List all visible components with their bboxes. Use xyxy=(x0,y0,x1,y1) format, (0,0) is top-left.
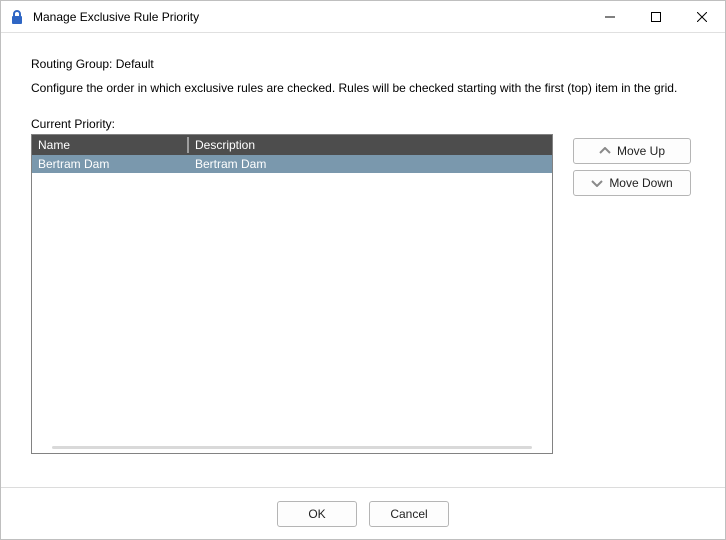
titlebar: Manage Exclusive Rule Priority xyxy=(1,1,725,33)
current-priority-label: Current Priority: xyxy=(31,117,695,131)
move-down-button[interactable]: Move Down xyxy=(573,170,691,196)
column-header-name[interactable]: Name xyxy=(32,135,187,155)
column-header-description[interactable]: Description xyxy=(189,135,552,155)
content-area: Routing Group: Default Configure the ord… xyxy=(1,33,725,487)
chevron-up-icon xyxy=(599,147,611,155)
dialog-window: Manage Exclusive Rule Priority Routing G… xyxy=(0,0,726,540)
reorder-buttons: Move Up Move Down xyxy=(573,134,691,196)
minimize-button[interactable] xyxy=(587,1,633,32)
move-down-label: Move Down xyxy=(609,176,672,190)
move-up-button[interactable]: Move Up xyxy=(573,138,691,164)
dialog-footer: OK Cancel xyxy=(1,487,725,539)
horizontal-scrollbar[interactable] xyxy=(52,446,532,449)
ok-label: OK xyxy=(308,507,325,521)
routing-group-label: Routing Group: Default xyxy=(31,57,695,71)
move-up-label: Move Up xyxy=(617,144,665,158)
window-controls xyxy=(587,1,725,32)
chevron-down-icon xyxy=(591,179,603,187)
window-title: Manage Exclusive Rule Priority xyxy=(33,10,199,24)
grid-header: Name Description xyxy=(32,135,552,155)
cancel-button[interactable]: Cancel xyxy=(369,501,449,527)
priority-grid[interactable]: Name Description Bertram Dam Bertram Dam xyxy=(31,134,553,454)
cancel-label: Cancel xyxy=(390,507,427,521)
lock-icon xyxy=(9,9,25,25)
cell-name: Bertram Dam xyxy=(32,157,187,171)
routing-group-value: Default xyxy=(116,57,154,71)
instructions-text: Configure the order in which exclusive r… xyxy=(31,81,695,95)
grid-body: Bertram Dam Bertram Dam xyxy=(32,155,552,453)
maximize-button[interactable] xyxy=(633,1,679,32)
routing-group-label-text: Routing Group: xyxy=(31,57,112,71)
table-row[interactable]: Bertram Dam Bertram Dam xyxy=(32,155,552,173)
close-button[interactable] xyxy=(679,1,725,32)
ok-button[interactable]: OK xyxy=(277,501,357,527)
cell-description: Bertram Dam xyxy=(187,157,552,171)
